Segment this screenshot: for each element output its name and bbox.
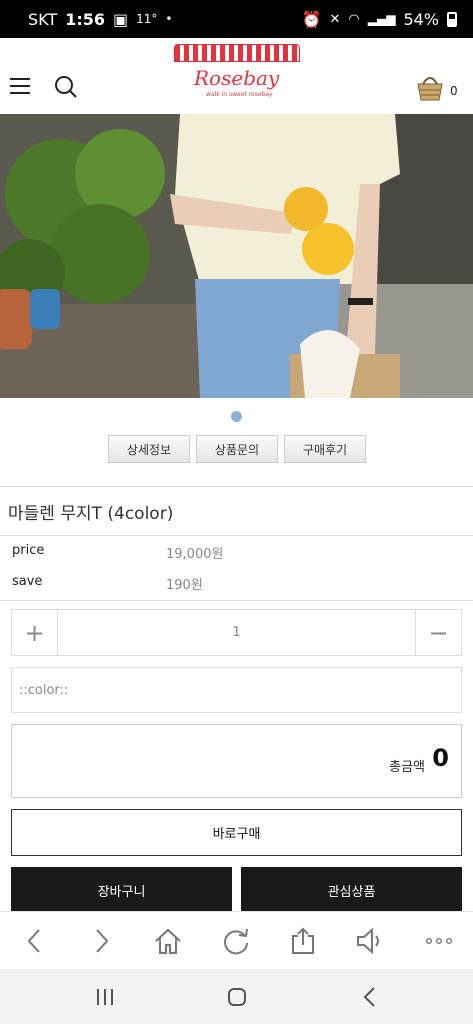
alarm-icon: ⏰: [301, 9, 322, 29]
system-navigation-bar: [0, 969, 473, 1024]
divider: [0, 486, 473, 487]
price-value: 19,000원: [166, 547, 224, 562]
notification-dot-icon: •: [165, 12, 173, 26]
awning-graphic: [174, 44, 300, 62]
menu-icon[interactable]: [10, 78, 30, 94]
refresh-icon[interactable]: [221, 926, 251, 956]
temperature: 11°: [136, 12, 158, 26]
add-to-cart-button[interactable]: 장바구니: [11, 867, 232, 913]
carrier-label: SKT: [28, 9, 58, 29]
forward-icon[interactable]: [86, 926, 116, 956]
divider: [0, 535, 473, 536]
tab-product-inquiry[interactable]: 상품문의: [196, 435, 278, 463]
more-icon[interactable]: [424, 926, 454, 956]
tab-detail-info[interactable]: 상세정보: [108, 435, 190, 463]
status-bar: SKT 1:56 ▣ 11° • ⏰ ✕ ◠ ▂▄▆ 54%: [0, 0, 473, 38]
battery-percent: 54%: [403, 9, 439, 29]
mute-icon: ✕: [329, 11, 341, 27]
share-icon[interactable]: [288, 926, 318, 956]
quantity-stepper: + 1 −: [11, 609, 462, 656]
product-title: 마들렌 무지T (4color): [8, 504, 174, 524]
back-nav-icon[interactable]: [358, 985, 382, 1009]
battery-icon: [447, 11, 457, 27]
buy-now-button[interactable]: 바로구매: [11, 809, 462, 856]
tab-reviews[interactable]: 구매후기: [284, 435, 366, 463]
browser-toolbar: [0, 911, 473, 969]
gallery-icon: ▣: [112, 9, 129, 29]
total-box: 총금액 0: [11, 724, 462, 798]
site-header: Rosebay walk in sweet rosebay 0: [0, 38, 473, 114]
save-value: 190원: [166, 578, 203, 593]
quantity-value[interactable]: 1: [58, 610, 415, 655]
search-icon[interactable]: [54, 75, 78, 99]
site-logo[interactable]: Rosebay walk in sweet rosebay: [172, 44, 302, 104]
image-page-indicator[interactable]: [231, 411, 242, 422]
home-button-icon[interactable]: [225, 985, 249, 1009]
wifi-icon: ◠: [348, 11, 360, 27]
cart-count: 0: [450, 84, 458, 98]
signal-icon: ▂▄▆: [367, 12, 396, 26]
total-value: 0: [432, 744, 449, 772]
price-label: price: [12, 543, 45, 558]
back-icon[interactable]: [20, 926, 50, 956]
color-select[interactable]: ::color::: [11, 667, 462, 713]
product-tabs: 상세정보 상품문의 구매후기: [108, 435, 366, 463]
basket-icon[interactable]: [415, 72, 445, 102]
logo-text: Rosebay: [194, 66, 280, 90]
status-time: 1:56: [65, 9, 105, 29]
divider: [0, 600, 473, 601]
save-label: save: [12, 574, 43, 589]
total-label: 총금액: [389, 760, 425, 775]
logo-tagline: walk in sweet rosebay: [206, 91, 273, 98]
quantity-increase-button[interactable]: +: [12, 610, 58, 655]
speaker-icon[interactable]: [355, 926, 385, 956]
recent-apps-icon[interactable]: [93, 985, 117, 1009]
quantity-decrease-button[interactable]: −: [415, 610, 461, 655]
wishlist-button[interactable]: 관심상품: [241, 867, 462, 913]
product-photo[interactable]: [0, 114, 473, 398]
home-icon[interactable]: [153, 926, 183, 956]
